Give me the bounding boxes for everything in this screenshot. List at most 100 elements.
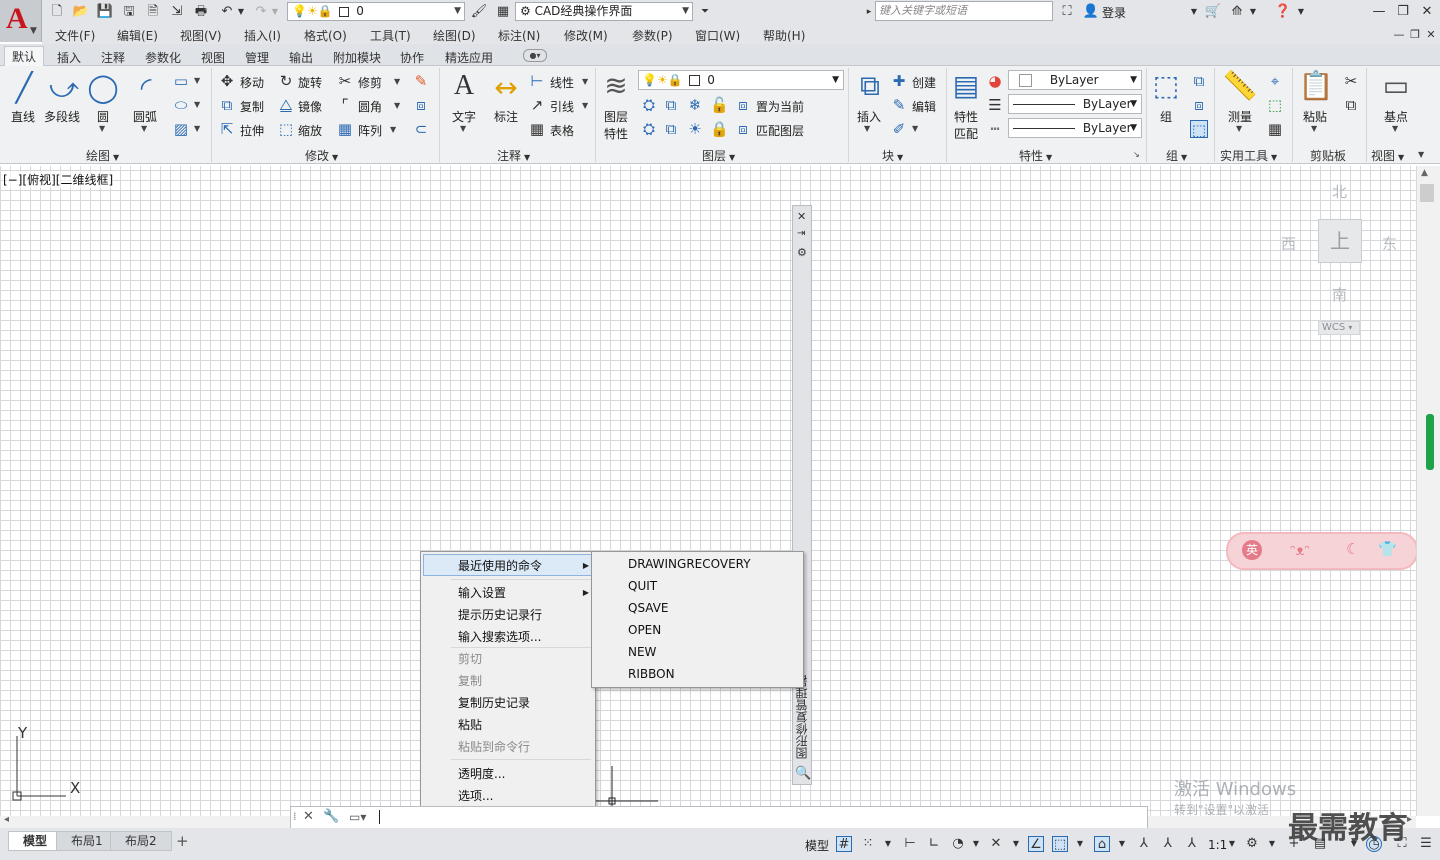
move-icon[interactable]: ✥ (218, 72, 236, 90)
ortho-icon[interactable]: ∟ (926, 836, 942, 852)
paste-icon[interactable]: 📋 (1298, 68, 1334, 104)
chevron-down-icon[interactable]: ▼ (864, 124, 870, 133)
menu-parametric[interactable]: 参数(P) (632, 27, 673, 44)
lineweight-dropdown[interactable]: ByLayer ▼ (1008, 94, 1142, 114)
grip-icon[interactable]: ⁞ (293, 810, 297, 823)
menu-dimension[interactable]: 标注(N) (498, 27, 540, 44)
mirror-button[interactable]: 镜像 (298, 98, 322, 115)
panel-properties-label[interactable]: 特性 ▼ (1019, 147, 1052, 164)
measure-icon[interactable]: 📏 (1222, 68, 1258, 104)
chevron-down-icon[interactable]: ▼ (912, 124, 918, 133)
id-point-icon[interactable]: ⌖ (1266, 72, 1284, 90)
doc-close-icon[interactable]: ✕ (1422, 26, 1440, 44)
chevron-down-icon[interactable]: ▼ (1072, 836, 1088, 852)
isodraft-icon[interactable]: ✕ (988, 836, 1004, 852)
chevron-down-icon[interactable]: ▼ (394, 77, 400, 86)
restore-icon[interactable]: ❐ (1394, 3, 1412, 21)
panel-utilities-label[interactable]: 实用工具 ▼ (1220, 147, 1277, 164)
chevron-down-icon[interactable]: ▼ (1244, 3, 1262, 21)
menu-help[interactable]: 帮助(H) (763, 27, 805, 44)
scale-icon[interactable]: ⬚ (277, 120, 295, 138)
panel-draw-label[interactable]: 绘图 ▼ (86, 147, 119, 164)
panel-view-label[interactable]: 视图 ▼ (1371, 147, 1404, 164)
rotate-button[interactable]: 旋转 (298, 74, 322, 91)
menu-format[interactable]: 格式(O) (304, 27, 347, 44)
fillet-icon[interactable]: ⌜ (336, 96, 354, 114)
linear-button[interactable]: 线性 (550, 74, 574, 91)
layer-properties-label-2[interactable]: 特性 (604, 125, 628, 142)
calculator-icon[interactable]: ▦ (494, 3, 512, 21)
properties-icon[interactable]: ⚙ (797, 246, 807, 259)
publish-icon[interactable]: 🗎 (144, 3, 162, 21)
grid-icon[interactable]: # (836, 836, 852, 852)
save-as-icon[interactable]: 🖫 (120, 3, 138, 21)
text-icon[interactable]: A (446, 68, 482, 104)
tab-insert[interactable]: 插入 (57, 49, 81, 66)
chevron-down-icon[interactable]: ▼ (1236, 124, 1242, 133)
tab-view[interactable]: 视图 (201, 49, 225, 66)
recent-command-item[interactable]: DRAWINGRECOVERY (628, 557, 751, 571)
scale-button[interactable]: 缩放 (298, 122, 322, 139)
add-layout-icon[interactable]: + (176, 832, 189, 850)
array-button[interactable]: 阵列 (358, 122, 382, 139)
panel-annotation-label[interactable]: 注释 ▼ (497, 147, 530, 164)
chevron-down-icon[interactable]: ▼ (582, 101, 588, 110)
tab-annotate[interactable]: 注释 (101, 49, 125, 66)
menu-item-prompt-history[interactable]: 提示历史记录行 (458, 606, 542, 623)
copy-icon[interactable]: ⧉ (218, 96, 236, 114)
dimension-icon[interactable]: ↔ (488, 70, 524, 106)
linear-dim-icon[interactable]: ⊢ (528, 72, 546, 90)
text-button-label[interactable]: 文字 (452, 108, 476, 125)
layer-unlock-icon[interactable]: 🔒 (710, 120, 729, 138)
menu-edit[interactable]: 编辑(E) (117, 27, 158, 44)
color-dropdown[interactable]: ByLayer ▼ (1008, 70, 1142, 90)
recent-command-item[interactable]: QUIT (628, 579, 657, 593)
menu-item-paste-to-cmdline[interactable]: 粘贴到命令行 (458, 738, 530, 755)
scroll-up-icon[interactable]: ▲ (1421, 168, 1428, 178)
auto-scale-icon[interactable]: ⅄ (1184, 836, 1200, 852)
undo-icon[interactable]: ↶ (218, 3, 236, 21)
menu-tools[interactable]: 工具(T) (370, 27, 411, 44)
chevron-down-icon[interactable]: ▼ (99, 124, 105, 133)
binoculars-icon[interactable]: ⛶ (1058, 3, 1076, 21)
match-layer-icon[interactable]: ⧈ (734, 120, 752, 138)
chevron-down-icon[interactable]: ▼ (1008, 836, 1024, 852)
stretch-icon[interactable]: ⇱ (218, 120, 236, 138)
workspace-gear-icon[interactable]: ⚙ (1244, 836, 1260, 852)
wcs-menu[interactable]: WCS ▾ (1318, 321, 1360, 335)
linetype-dropdown[interactable]: ByLayer ▼ (1008, 118, 1142, 138)
menu-item-transparency[interactable]: 透明度... (458, 765, 505, 782)
rotate-icon[interactable]: ↻ (277, 72, 295, 90)
insert-block-icon[interactable]: ⧉ (852, 68, 888, 104)
measure-button-label[interactable]: 测量 (1228, 108, 1252, 125)
dialog-launcher-icon[interactable]: ↘ (1133, 150, 1140, 159)
redo-dropdown-icon[interactable]: ▼ (270, 3, 280, 21)
viewcube-top-face[interactable]: 上 (1318, 219, 1362, 263)
insert-block-label[interactable]: 插入 (857, 108, 881, 125)
quick-select-icon[interactable]: ⬚ (1266, 96, 1284, 114)
chevron-down-icon[interactable]: ▼ (194, 76, 200, 85)
match-properties-label-2[interactable]: 匹配 (954, 125, 978, 142)
workspace-combo[interactable]: ⚙ CAD经典操作界面 ▼ (515, 2, 693, 21)
dynamic-input-icon[interactable]: ⊢ (902, 836, 918, 852)
table-icon[interactable]: ▦ (528, 120, 546, 138)
ellipse-icon[interactable]: ⬭ (172, 96, 190, 114)
line-icon[interactable]: ╱ (6, 70, 42, 106)
polyline-icon[interactable]: ⤻ (46, 70, 82, 106)
edit-block-icon[interactable]: ✎ (890, 96, 908, 114)
menu-item-copy-history[interactable]: 复制历史记录 (458, 694, 530, 711)
group-button-label[interactable]: 组 (1160, 108, 1172, 125)
match-properties-big-icon[interactable]: ▤ (948, 68, 984, 104)
object-snap-tracking-icon[interactable]: ∠ (1028, 836, 1044, 852)
command-prompt-icon[interactable]: ▭▾ (349, 810, 366, 824)
tab-default[interactable]: 默认 (4, 46, 45, 68)
chevron-down-icon[interactable]: ▼ (1292, 3, 1310, 21)
export-icon[interactable]: ⇲ (168, 3, 186, 21)
ribbon-expand-icon[interactable]: ▼ (1418, 150, 1424, 159)
panel-block-label[interactable]: 块 ▼ (882, 147, 903, 164)
trim-icon[interactable]: ✂ (336, 72, 354, 90)
scrollbar-thumb[interactable] (1420, 184, 1434, 202)
chevron-down-icon[interactable]: ▼ (1185, 3, 1203, 21)
ungroup-icon[interactable]: ⧉ (1190, 72, 1208, 90)
line-button-label[interactable]: 直线 (11, 108, 35, 125)
